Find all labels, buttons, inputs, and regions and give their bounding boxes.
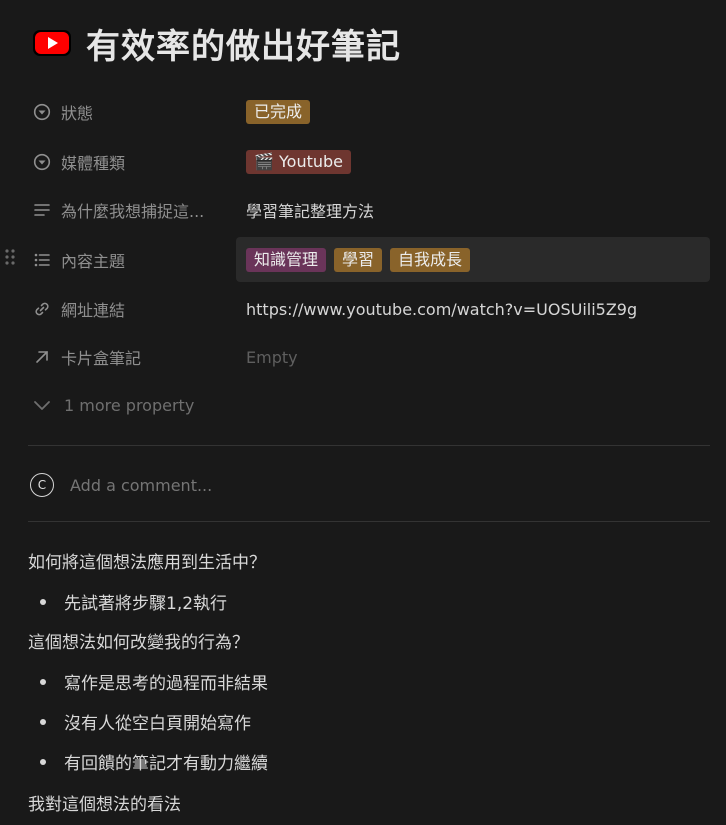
bullet-dot — [40, 718, 46, 725]
notion-page: 有效率的做出好筆記 狀態 已完成 媒體種類 🎬 Youtube 為什麼我想捕捉這… — [0, 0, 726, 825]
property-url[interactable]: 網址連結 https://www.youtube.com/watch?v=UOS… — [0, 289, 726, 329]
bullet-dot — [40, 598, 46, 605]
property-key[interactable]: 狀態 — [32, 92, 232, 132]
property-zettelkasten[interactable]: 卡片盒筆記 Empty — [0, 337, 726, 377]
property-key[interactable]: 為什麼我想捕捉這... — [32, 190, 232, 230]
list-item-text: 先試著將步驟1,2執行 — [64, 594, 228, 614]
divider — [28, 521, 710, 522]
bullet-dot — [40, 758, 46, 765]
more-property-toggle[interactable]: 1 more property — [32, 388, 194, 422]
property-value[interactable]: 知識管理 學習 自我成長 — [246, 237, 478, 282]
property-why-capture[interactable]: 為什麼我想捕捉這... 學習筆記整理方法 — [0, 190, 726, 230]
text-lines-icon — [32, 200, 52, 220]
comment-input[interactable] — [70, 475, 370, 495]
list-item[interactable]: 沒有人從空白頁開始寫作 — [40, 709, 251, 734]
list-item-text: 沒有人從空白頁開始寫作 — [64, 714, 251, 734]
list-item[interactable]: 有回饋的筆記才有動力繼續 — [40, 749, 268, 774]
property-key-label: 卡片盒筆記 — [61, 349, 142, 368]
drag-handle-icon[interactable] — [4, 247, 16, 267]
status-icon — [32, 102, 52, 122]
property-value-empty[interactable]: Empty — [246, 337, 298, 377]
topic-tag[interactable]: 知識管理 — [246, 247, 327, 272]
property-key-label: 為什麼我想捕捉這... — [61, 202, 205, 221]
bullet-dot — [40, 678, 46, 685]
content-heading[interactable]: 這個想法如何改變我的行為？ — [28, 628, 249, 653]
select-icon — [32, 152, 52, 172]
property-media-type[interactable]: 媒體種類 🎬 Youtube — [0, 142, 726, 182]
status-tag[interactable]: 已完成 — [246, 100, 311, 124]
property-status[interactable]: 狀態 已完成 — [0, 92, 726, 132]
property-key[interactable]: 卡片盒筆記 — [32, 337, 232, 377]
list-item[interactable]: 寫作是思考的過程而非結果 — [40, 669, 268, 694]
more-property-label: 1 more property — [64, 395, 195, 415]
youtube-icon[interactable] — [32, 28, 72, 58]
link-icon — [32, 299, 52, 319]
content-heading[interactable]: 我對這個想法的看法 — [28, 790, 181, 815]
property-key[interactable]: 內容主題 — [32, 237, 232, 282]
list-item-text: 寫作是思考的過程而非結果 — [64, 674, 268, 694]
property-value[interactable]: 已完成 — [246, 92, 318, 132]
property-key-label: 網址連結 — [61, 301, 126, 320]
title-row: 有效率的做出好筆記 — [32, 18, 401, 68]
divider — [28, 445, 710, 446]
property-value[interactable]: 🎬 Youtube — [246, 142, 359, 182]
topic-tag[interactable]: 學習 — [334, 247, 383, 272]
property-value[interactable]: 學習筆記整理方法 — [246, 190, 374, 230]
page-title[interactable]: 有效率的做出好筆記 — [86, 19, 401, 68]
property-key-label: 狀態 — [61, 104, 94, 123]
topic-tag[interactable]: 自我成長 — [390, 247, 471, 272]
url-link[interactable]: https://www.youtube.com/watch?v=UOSUili5… — [246, 289, 637, 329]
comment-row: C — [30, 470, 370, 500]
property-key-label: 內容主題 — [61, 251, 126, 271]
list-icon — [32, 250, 52, 270]
list-item-text: 有回饋的筆記才有動力繼續 — [64, 754, 268, 774]
list-item[interactable]: 先試著將步驟1,2執行 — [40, 589, 227, 614]
property-key-label: 媒體種類 — [61, 154, 126, 173]
property-key[interactable]: 網址連結 — [32, 289, 232, 329]
media-type-tag[interactable]: 🎬 Youtube — [246, 150, 351, 174]
arrow-up-right-icon — [32, 347, 52, 367]
avatar: C — [30, 473, 54, 497]
chevron-down-icon — [32, 395, 52, 415]
content-heading[interactable]: 如何將這個想法應用到生活中？ — [28, 548, 266, 573]
property-topics[interactable]: 內容主題 知識管理 學習 自我成長 — [0, 237, 726, 282]
property-key[interactable]: 媒體種類 — [32, 142, 232, 182]
